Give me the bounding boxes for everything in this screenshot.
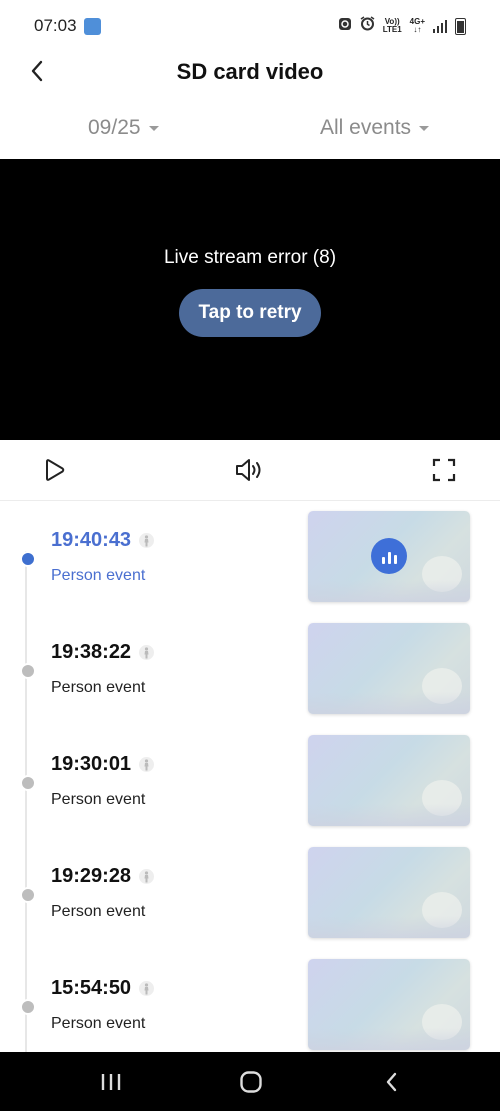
person-icon xyxy=(139,981,155,996)
alarm-icon xyxy=(360,16,375,36)
event-label: Person event xyxy=(51,791,146,808)
stream-error-text: Live stream error (8) xyxy=(163,247,337,268)
event-time-row: 19:40:43 xyxy=(51,529,155,552)
event-label: Person event xyxy=(51,903,146,920)
event-label: Person event xyxy=(51,567,146,584)
home-icon xyxy=(240,1071,262,1093)
play-icon xyxy=(46,459,65,481)
event-filter-label: All events xyxy=(320,116,412,139)
app-header: SD card video xyxy=(0,52,500,92)
lte-text: LTE1 xyxy=(382,25,402,34)
filter-bar: 09/25 All events xyxy=(0,110,500,150)
event-time-row: 15:54:50 xyxy=(51,977,155,1000)
recents-button[interactable] xyxy=(91,1066,131,1098)
date-filter-label: 09/25 xyxy=(88,116,141,139)
event-time: 19:30:01 xyxy=(51,753,132,775)
event-time: 19:40:43 xyxy=(51,529,132,551)
person-icon xyxy=(139,645,155,660)
event-thumbnail[interactable] xyxy=(308,735,470,826)
caret-down-icon xyxy=(419,125,430,131)
event-item[interactable]: 19:40:43 Person event xyxy=(0,501,500,613)
timeline-dot xyxy=(20,999,36,1015)
volte-indicator: Vo)) LTE1 xyxy=(383,18,402,34)
timeline-dot xyxy=(20,775,36,791)
person-icon xyxy=(139,757,155,772)
playback-controls xyxy=(0,440,500,501)
event-thumbnail[interactable] xyxy=(308,959,470,1050)
event-thumbnail[interactable] xyxy=(308,623,470,714)
speaker-icon xyxy=(236,459,261,481)
network-indicator: 4G+ ↓↑ xyxy=(410,18,425,34)
data-arrows-text: ↓↑ xyxy=(413,25,422,34)
caret-down-icon xyxy=(148,125,159,131)
video-player[interactable]: Live stream error (8) Tap to retry xyxy=(0,159,500,440)
page-title: SD card video xyxy=(176,59,324,84)
person-icon xyxy=(139,533,155,548)
signal-icon xyxy=(433,19,447,33)
event-time: 19:29:28 xyxy=(51,865,132,887)
event-item[interactable]: 15:54:50 Person event xyxy=(0,949,500,1052)
fullscreen-button[interactable] xyxy=(428,454,460,486)
event-item[interactable]: 19:29:28 Person event xyxy=(0,837,500,949)
event-type-filter[interactable]: All events xyxy=(320,116,430,140)
event-time: 19:38:22 xyxy=(51,641,132,663)
event-time-row: 19:38:22 xyxy=(51,641,155,664)
retry-button[interactable]: Tap to retry xyxy=(179,289,321,337)
event-time-row: 19:29:28 xyxy=(51,865,155,888)
fullscreen-icon xyxy=(432,458,456,482)
event-timeline: 19:40:43 Person event 19:38:22 Person ev… xyxy=(0,501,500,1052)
event-time-row: 19:30:01 xyxy=(51,753,155,776)
event-label: Person event xyxy=(51,679,146,696)
timeline-dot xyxy=(20,551,36,567)
sound-button[interactable] xyxy=(234,454,266,486)
system-nav-bar xyxy=(0,1052,500,1111)
date-filter[interactable]: 09/25 xyxy=(88,116,159,140)
equalizer-icon xyxy=(371,538,407,574)
event-time: 15:54:50 xyxy=(51,977,132,999)
event-item[interactable]: 19:38:22 Person event xyxy=(0,613,500,725)
status-icons: Vo)) LTE1 4G+ ↓↑ xyxy=(338,16,466,36)
system-back-button[interactable] xyxy=(372,1066,412,1098)
chevron-left-icon xyxy=(386,1072,397,1092)
home-button[interactable] xyxy=(231,1066,271,1098)
person-icon xyxy=(139,869,155,884)
sync-icon xyxy=(338,16,352,36)
battery-icon xyxy=(455,17,466,35)
timeline-dot xyxy=(20,887,36,903)
status-time: 07:03 xyxy=(34,16,77,35)
event-thumbnail[interactable] xyxy=(308,511,470,602)
app-notification-icon xyxy=(84,18,101,35)
event-label: Person event xyxy=(51,1015,146,1032)
event-item[interactable]: 19:30:01 Person event xyxy=(0,725,500,837)
play-button[interactable] xyxy=(38,454,70,486)
timeline-dot xyxy=(20,663,36,679)
status-bar: 07:03 Vo)) LTE1 4G+ ↓↑ xyxy=(0,0,500,52)
event-thumbnail[interactable] xyxy=(308,847,470,938)
recents-icon xyxy=(101,1074,121,1090)
